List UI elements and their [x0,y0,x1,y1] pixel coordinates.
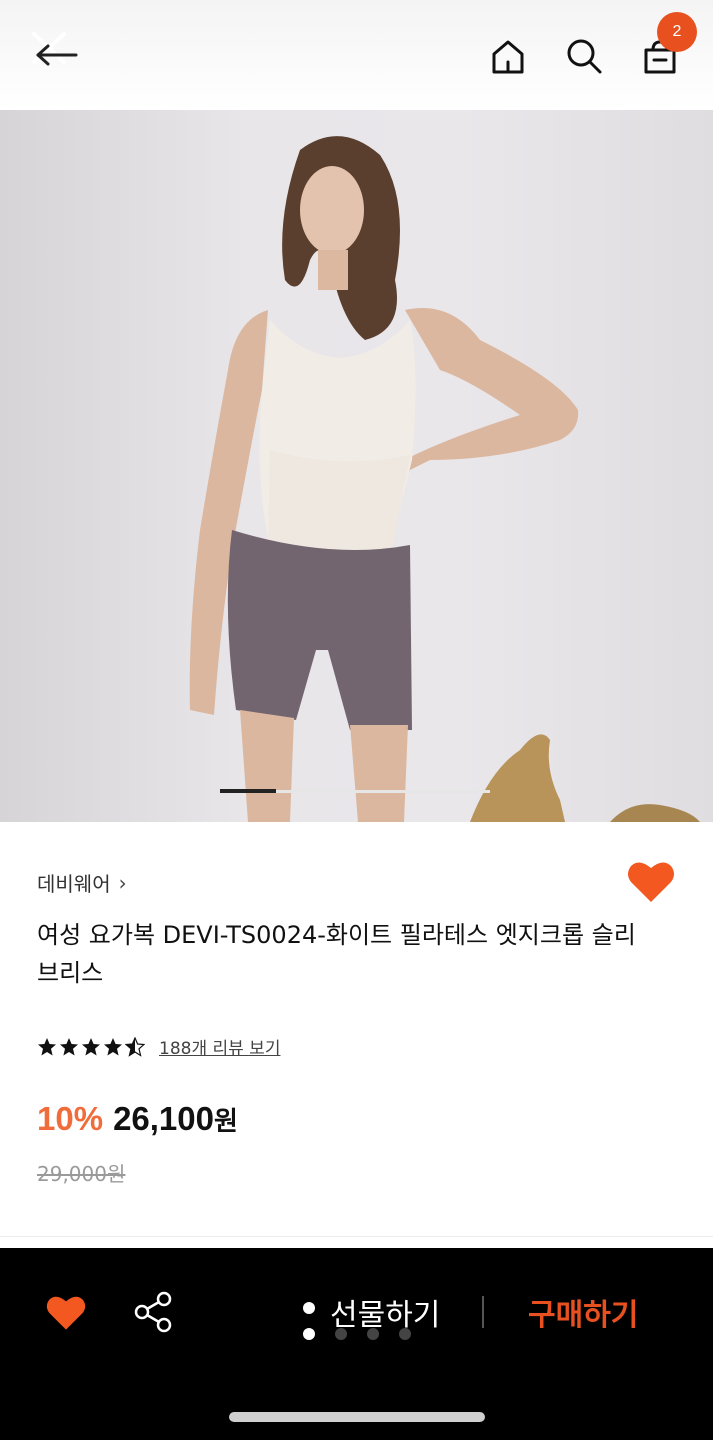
bottom-bar-separator [482,1296,484,1328]
cart-count-badge: 2 [657,12,697,52]
original-price: 29,000원 [37,1162,126,1186]
discount-rate: 10% [37,1100,104,1137]
star-full-icon [60,1037,78,1055]
back-arrow-icon [32,32,78,66]
product-title: 여성 요가복 DEVI-TS0024-화이트 필라테스 엣지크롭 슬리브리스 [37,921,636,987]
section-divider [0,1236,713,1237]
rating-row: 188개 리뷰 보기 [37,1034,280,1059]
reviews-link[interactable]: 188개 리뷰 보기 [159,1034,280,1059]
sale-price-value: 26,100 [113,1100,214,1137]
image-carousel-progress-fill [220,789,276,793]
sale-price: 26,100원 [113,1100,238,1138]
brand-name: 데비웨어 [37,872,111,896]
bottom-wishlist-button[interactable] [44,1293,88,1333]
star-full-icon [82,1037,100,1055]
heart-icon [628,862,674,902]
wishlist-button[interactable] [625,858,677,906]
page-dot-active [303,1328,315,1340]
share-button[interactable] [132,1290,176,1334]
page-dot-top [303,1302,315,1314]
price-row: 10% 26,100원 [37,1100,238,1138]
heart-icon [46,1296,86,1330]
star-half-icon [125,1036,145,1057]
gift-button[interactable]: 선물하기 [330,1290,440,1334]
chevron-right-icon: › [118,870,127,895]
brand-link[interactable]: 데비웨어 › [37,868,127,897]
home-button[interactable] [484,32,532,80]
buy-button[interactable]: 구매하기 [528,1290,638,1334]
home-icon [492,40,524,74]
product-photo [189,136,700,822]
currency-label: 원 [214,1107,238,1137]
search-button[interactable] [560,32,608,80]
search-icon [567,39,602,74]
back-button[interactable] [22,22,78,78]
rating-stars [37,1036,145,1057]
product-image[interactable] [0,110,713,822]
home-indicator [229,1412,485,1422]
share-icon [134,1291,172,1333]
star-full-icon [38,1037,56,1055]
star-full-icon [104,1037,122,1055]
